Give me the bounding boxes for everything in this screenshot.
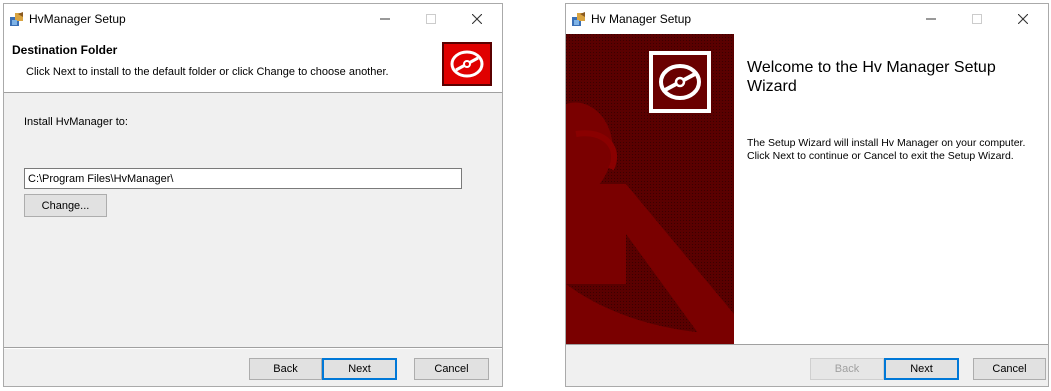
page-subtitle: Click Next to install to the default fol…: [26, 66, 389, 78]
installer-app-icon: [572, 12, 585, 26]
install-location-label: Install HvManager to:: [24, 116, 128, 128]
back-button[interactable]: Back: [810, 358, 884, 380]
change-folder-button[interactable]: Change...: [24, 194, 107, 217]
title-bar[interactable]: HvManager Setup: [4, 4, 502, 34]
cancel-button[interactable]: Cancel: [414, 358, 489, 380]
maximize-icon: [426, 14, 436, 24]
setup-window-welcome: Hv Manager Setup Welcome to the Hv Manag…: [565, 3, 1049, 387]
welcome-title: Welcome to the Hv Manager Setup Wizard: [747, 59, 996, 95]
maximize-button[interactable]: [408, 4, 454, 34]
installer-app-icon: [10, 12, 23, 26]
close-button[interactable]: [454, 4, 500, 34]
minimize-button[interactable]: [362, 4, 408, 34]
next-button[interactable]: Next: [322, 358, 397, 380]
logo-box: [442, 42, 492, 86]
setup-window-destination: HvManager Setup Destination Folder Click…: [3, 3, 503, 387]
page-title: Destination Folder: [12, 43, 118, 57]
disc-logo-icon: [450, 50, 484, 78]
close-button[interactable]: [1000, 4, 1046, 34]
dialog-body: Install HvManager to: Change... Back Nex…: [4, 93, 502, 386]
close-icon: [1018, 14, 1028, 24]
maximize-icon: [972, 14, 982, 24]
minimize-icon: [926, 18, 936, 20]
minimize-icon: [380, 18, 390, 20]
cancel-button[interactable]: Cancel: [973, 358, 1046, 380]
next-button[interactable]: Next: [884, 358, 959, 380]
title-bar[interactable]: Hv Manager Setup: [566, 4, 1048, 34]
dialog-footer: Back Next Cancel: [566, 344, 1048, 386]
window-title: HvManager Setup: [29, 12, 126, 26]
welcome-banner-image: [566, 34, 734, 344]
disc-logo-icon: [659, 64, 701, 100]
welcome-body: The Setup Wizard will install Hv Manager…: [747, 137, 1026, 162]
maximize-button[interactable]: [954, 4, 1000, 34]
close-icon: [472, 14, 482, 24]
footer-divider-highlight: [4, 348, 502, 349]
back-button[interactable]: Back: [249, 358, 322, 380]
header-banner: Destination Folder Click Next to install…: [4, 34, 502, 92]
minimize-button[interactable]: [908, 4, 954, 34]
install-path-field[interactable]: [24, 168, 462, 189]
window-title: Hv Manager Setup: [591, 12, 692, 26]
